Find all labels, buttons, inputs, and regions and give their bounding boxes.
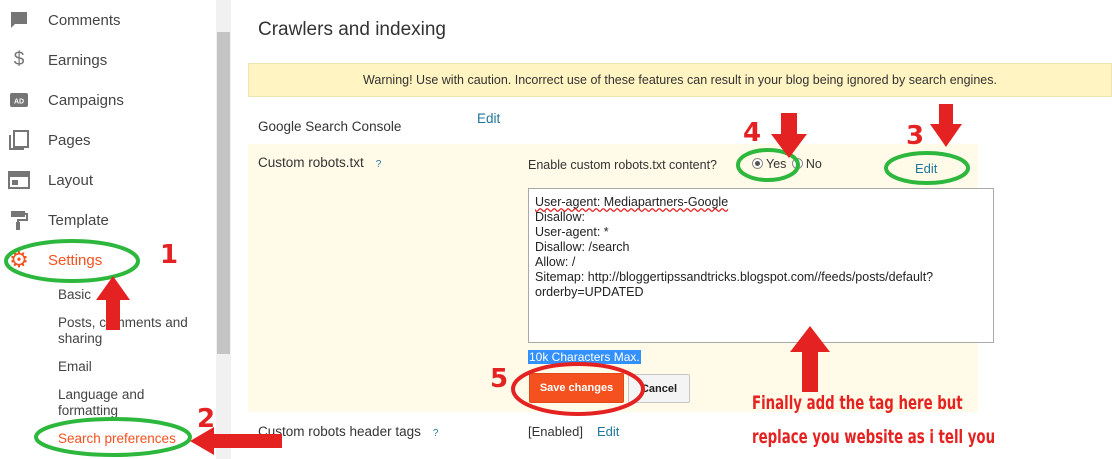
annotation-note-line: Finally add the tag here but <box>752 392 963 414</box>
cancel-button[interactable]: Cancel <box>628 374 690 403</box>
nav-label: Campaigns <box>48 91 124 109</box>
subnav-search-preferences[interactable]: Search preferences <box>58 431 208 447</box>
char-limit-note: 10k Characters Max. <box>528 350 641 364</box>
robots-line: User-agent: Mediapartners-Google <box>535 195 729 209</box>
step-number: 5 <box>490 364 509 394</box>
custom-robots-edit-link[interactable]: Edit <box>915 161 937 176</box>
svg-text:AD: AD <box>14 99 24 106</box>
robots-line: orderby=UPDATED <box>535 285 644 299</box>
subnav-posts-comments-sharing[interactable]: Posts, comments and sharing <box>58 315 208 347</box>
save-changes-button[interactable]: Save changes <box>529 373 624 403</box>
step-number: 3 <box>906 121 925 151</box>
step-number: 1 <box>160 240 179 270</box>
nav-layout[interactable]: Layout <box>0 160 215 200</box>
help-icon[interactable]: ? <box>433 428 439 439</box>
nav-label: Pages <box>48 131 91 149</box>
page-title: Crawlers and indexing <box>258 19 446 40</box>
annotation-note: Finally add the tag here but replace you… <box>752 386 995 454</box>
robots-textarea[interactable]: User-agent: Mediapartners-Google Disallow… <box>528 188 994 343</box>
nav-comments[interactable]: Comments <box>0 0 215 40</box>
custom-robots-label: Custom robots.txt? <box>258 155 381 170</box>
search-console-label: Google Search Console <box>258 119 402 134</box>
robots-question: Enable custom robots.txt content? <box>528 158 717 172</box>
step-number: 4 <box>743 118 762 148</box>
gear-icon: ⚙ <box>9 247 29 272</box>
robots-line: Allow: / <box>535 255 576 269</box>
paint-roller-icon <box>8 209 30 231</box>
sidebar: Comments $ Earnings AD Campaigns Pages L… <box>0 0 232 459</box>
step-number: 2 <box>197 404 216 434</box>
nav-pages[interactable]: Pages <box>0 120 215 160</box>
subnav-email[interactable]: Email <box>58 359 208 375</box>
robots-radio-group: Yes No <box>752 157 822 171</box>
annotation-note-line: replace you website as i tell you <box>752 426 996 448</box>
comment-icon <box>8 9 30 31</box>
nav-label: Comments <box>48 11 121 29</box>
subnav-language-formatting[interactable]: Language and formatting <box>58 387 208 419</box>
robots-line: User-agent: * <box>535 225 609 239</box>
radio-no[interactable] <box>791 158 803 169</box>
robots-line: Disallow: /search <box>535 240 630 254</box>
layout-icon <box>8 169 30 191</box>
warning-banner: Warning! Use with caution. Incorrect use… <box>248 63 1112 97</box>
subnav-basic[interactable]: Basic <box>58 287 208 303</box>
header-tags-label: Custom robots header tags? <box>258 424 438 439</box>
nav-label: Template <box>48 211 109 229</box>
header-tags-label-text: Custom robots header tags <box>258 424 421 439</box>
nav-label: Layout <box>48 171 94 189</box>
robots-line: Sitemap: http://bloggertipssandtricks.bl… <box>535 270 934 284</box>
header-tags-edit-link[interactable]: Edit <box>597 424 619 439</box>
radio-yes-label[interactable]: Yes <box>766 157 786 171</box>
search-console-edit-link[interactable]: Edit <box>477 111 500 126</box>
ad-icon: AD <box>8 89 30 111</box>
robots-line: Disallow: <box>535 210 586 224</box>
radio-yes[interactable] <box>752 158 763 169</box>
nav-campaigns[interactable]: AD Campaigns <box>0 80 215 120</box>
nav-settings[interactable]: ⚙ Settings <box>0 240 215 280</box>
radio-no-label[interactable]: No <box>806 157 822 171</box>
help-icon[interactable]: ? <box>376 159 382 170</box>
nav-label: Earnings <box>48 51 108 69</box>
nav-label: Settings <box>48 251 103 269</box>
warning-text: Warning! Use with caution. Incorrect use… <box>363 73 997 87</box>
sidebar-scroll-thumb[interactable] <box>217 32 230 354</box>
header-tags-value: [Enabled] <box>528 424 583 439</box>
pages-icon <box>8 129 30 151</box>
dollar-icon: $ <box>13 49 25 70</box>
nav-template[interactable]: Template <box>0 200 215 240</box>
custom-robots-label-text: Custom robots.txt <box>258 155 364 170</box>
nav-earnings[interactable]: $ Earnings <box>0 40 215 80</box>
